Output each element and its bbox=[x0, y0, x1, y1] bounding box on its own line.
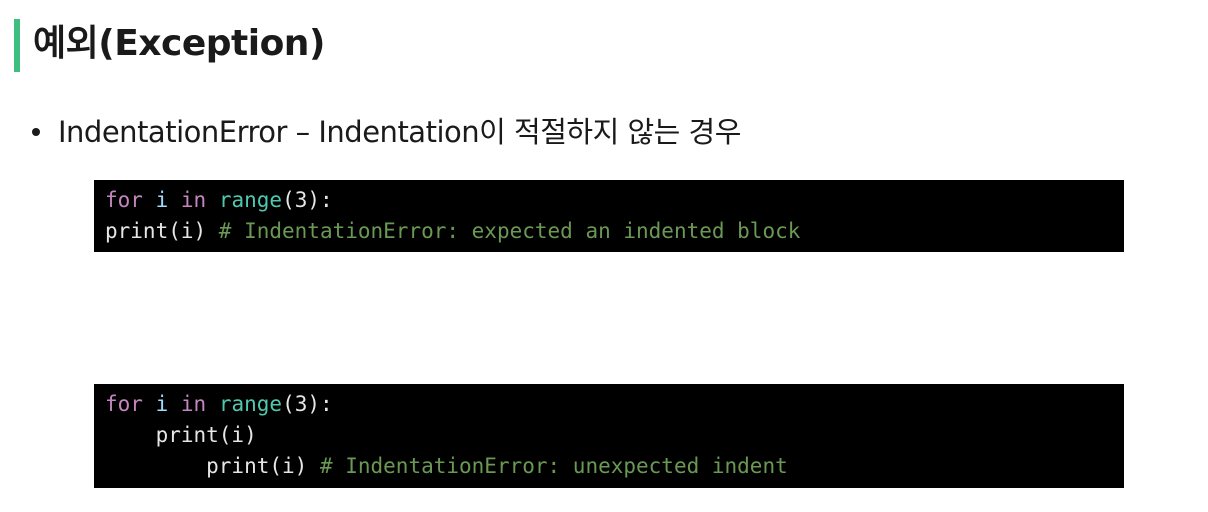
code-line: for i in range(3): bbox=[105, 389, 1124, 420]
code-token: print(i) bbox=[105, 423, 257, 447]
code-token: (3): bbox=[282, 392, 333, 416]
code-token: for bbox=[105, 392, 143, 416]
code-token: in bbox=[180, 188, 207, 212]
code-block-2: for i in range(3): print(i) print(i) # I… bbox=[94, 384, 1124, 488]
code-line: print(i) # IndentationError: expected an… bbox=[105, 216, 1124, 247]
code-token: range bbox=[218, 188, 283, 212]
bullet-text: IndentationError – Indentation이 적절하지 않는 … bbox=[58, 115, 741, 149]
code-token: # IndentationError: expected an indented… bbox=[218, 219, 801, 243]
bullet-item: IndentationError – Indentation이 적절하지 않는 … bbox=[32, 112, 741, 152]
code-token: (i) bbox=[168, 219, 219, 243]
code-token: # IndentationError: unexpected indent bbox=[319, 454, 788, 478]
title-accent-bar bbox=[14, 19, 20, 72]
code-token: range bbox=[218, 392, 283, 416]
code-line: for i in range(3): bbox=[105, 185, 1124, 216]
code-token: print(i) bbox=[105, 454, 320, 478]
code-token: print bbox=[105, 219, 169, 243]
code-line: print(i) bbox=[105, 420, 1124, 451]
bullet-dot-icon bbox=[32, 128, 40, 136]
code-line: print(i) # IndentationError: unexpected … bbox=[105, 451, 1124, 482]
code-token: (3): bbox=[282, 188, 333, 212]
code-block-1: for i in range(3): print(i) # Indentation… bbox=[94, 180, 1124, 252]
code-token: i bbox=[155, 188, 169, 212]
slide-title: 예외(Exception) bbox=[33, 23, 325, 64]
code-token: i bbox=[155, 392, 169, 416]
code-token: in bbox=[180, 392, 207, 416]
code-token: for bbox=[105, 188, 143, 212]
